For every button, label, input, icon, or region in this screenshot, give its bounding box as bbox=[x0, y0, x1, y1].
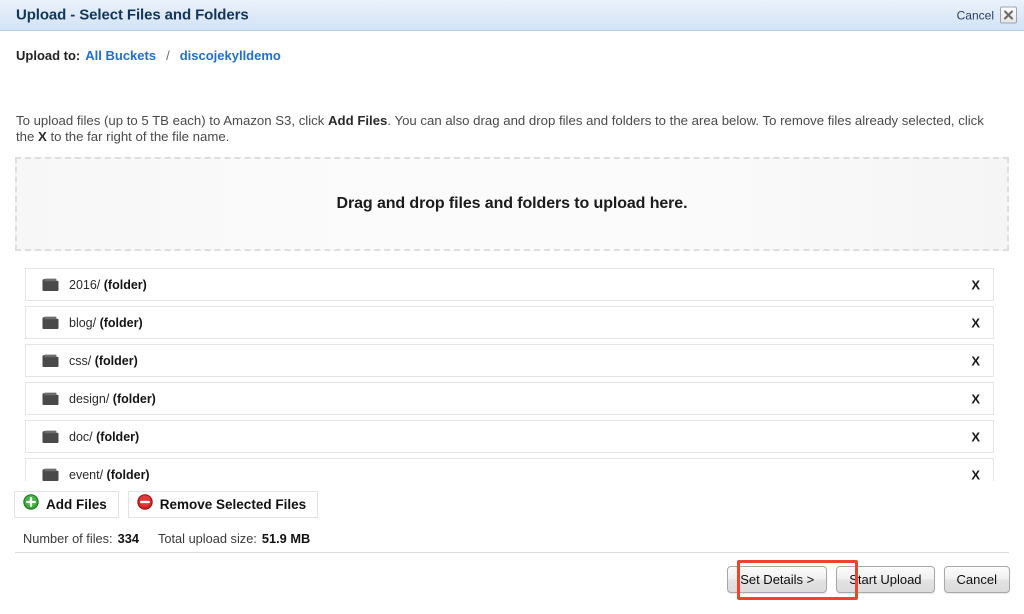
file-row-name: css/ (folder) bbox=[69, 354, 138, 368]
file-name-text: 2016/ bbox=[69, 277, 101, 292]
file-row-name: 2016/ (folder) bbox=[69, 278, 147, 292]
breadcrumb-link-all-buckets[interactable]: All Buckets bbox=[85, 48, 156, 63]
instructions-part-3: to the far right of the file name. bbox=[46, 129, 230, 144]
remove-file-button[interactable]: X bbox=[971, 353, 980, 368]
file-count-value: 334 bbox=[117, 531, 139, 546]
remove-selected-files-label: Remove Selected Files bbox=[159, 497, 307, 512]
remove-file-button[interactable]: X bbox=[971, 315, 980, 330]
file-name-text: doc/ bbox=[69, 429, 93, 444]
cancel-button[interactable]: Cancel bbox=[943, 566, 1010, 593]
instructions-bold-add-files: Add Files bbox=[328, 113, 388, 128]
file-type-text: (folder) bbox=[99, 315, 143, 330]
table-row[interactable]: css/ (folder) X bbox=[25, 344, 994, 377]
plus-circle-green-icon bbox=[23, 494, 39, 515]
file-action-bar: Add Files Remove Selected Files bbox=[14, 491, 319, 518]
file-count-label: Number of files: bbox=[23, 531, 113, 546]
total-size-label: Total upload size: bbox=[157, 531, 257, 546]
folder-icon bbox=[42, 468, 59, 482]
remove-file-button[interactable]: X bbox=[971, 467, 980, 481]
folder-icon bbox=[42, 430, 59, 444]
dialog-titlebar: Upload - Select Files and Folders Cancel bbox=[0, 0, 1024, 31]
table-row[interactable]: blog/ (folder) X bbox=[25, 306, 994, 339]
set-details-button[interactable]: Set Details > bbox=[727, 566, 828, 593]
titlebar-cancel-link[interactable]: Cancel bbox=[957, 8, 994, 22]
selected-files-list: 2016/ (folder) Xblog/ (folder) Xcss/ (fold… bbox=[25, 268, 994, 481]
folder-icon bbox=[42, 354, 59, 368]
breadcrumb: Upload to: All Buckets / discojekylldemo bbox=[16, 48, 281, 63]
file-type-text: (folder) bbox=[96, 429, 140, 444]
breadcrumb-separator: / bbox=[166, 48, 170, 63]
titlebar-actions: Cancel bbox=[957, 6, 1017, 24]
add-files-button[interactable]: Add Files bbox=[14, 491, 119, 518]
file-row-name: design/ (folder) bbox=[69, 392, 156, 406]
file-name-text: css/ bbox=[69, 353, 92, 368]
file-row-name: event/ (folder) bbox=[69, 468, 150, 482]
upload-stats: Number of files: 334 Total upload size: … bbox=[23, 531, 310, 546]
minus-circle-red-icon bbox=[137, 494, 153, 515]
folder-icon bbox=[42, 392, 59, 406]
file-name-text: blog/ bbox=[69, 315, 97, 330]
remove-file-button[interactable]: X bbox=[971, 391, 980, 406]
breadcrumb-label: Upload to: bbox=[16, 48, 81, 63]
remove-file-button[interactable]: X bbox=[971, 277, 980, 292]
add-files-label: Add Files bbox=[46, 497, 107, 512]
upload-dialog: Upload - Select Files and Folders Cancel… bbox=[0, 0, 1024, 614]
folder-icon bbox=[42, 278, 59, 292]
table-row[interactable]: design/ (folder) X bbox=[25, 382, 994, 415]
instructions-part-1: To upload files (up to 5 TB each) to Ama… bbox=[16, 113, 329, 128]
instructions-bold-x: X bbox=[38, 129, 47, 144]
file-row-name: doc/ (folder) bbox=[69, 430, 139, 444]
table-row[interactable]: 2016/ (folder) X bbox=[25, 268, 994, 301]
file-name-text: design/ bbox=[69, 391, 110, 406]
file-type-text: (folder) bbox=[112, 391, 156, 406]
total-size-value: 51.9 MB bbox=[261, 531, 311, 546]
folder-icon bbox=[42, 316, 59, 330]
dialog-title: Upload - Select Files and Folders bbox=[16, 6, 249, 24]
close-button[interactable] bbox=[1000, 6, 1017, 24]
breadcrumb-link-bucket[interactable]: discojekylldemo bbox=[180, 48, 281, 63]
footer-divider bbox=[15, 552, 1009, 553]
close-x-icon bbox=[1003, 10, 1014, 21]
start-upload-button[interactable]: Start Upload bbox=[836, 566, 935, 593]
file-dropzone[interactable]: Drag and drop files and folders to uploa… bbox=[15, 157, 1009, 251]
dialog-footer-buttons: Set Details > Start Upload Cancel bbox=[727, 566, 1010, 593]
table-row[interactable]: event/ (folder) X bbox=[25, 458, 994, 481]
file-type-text: (folder) bbox=[103, 277, 147, 292]
remove-file-button[interactable]: X bbox=[971, 429, 980, 444]
file-name-text: event/ bbox=[69, 467, 104, 482]
remove-selected-files-button[interactable]: Remove Selected Files bbox=[127, 491, 319, 518]
dropzone-label: Drag and drop files and folders to uploa… bbox=[336, 195, 688, 212]
file-row-name: blog/ (folder) bbox=[69, 316, 143, 330]
file-type-text: (folder) bbox=[106, 467, 150, 482]
table-row[interactable]: doc/ (folder) X bbox=[25, 420, 994, 453]
file-type-text: (folder) bbox=[94, 353, 138, 368]
instructions-text: To upload files (up to 5 TB each) to Ama… bbox=[16, 113, 996, 145]
